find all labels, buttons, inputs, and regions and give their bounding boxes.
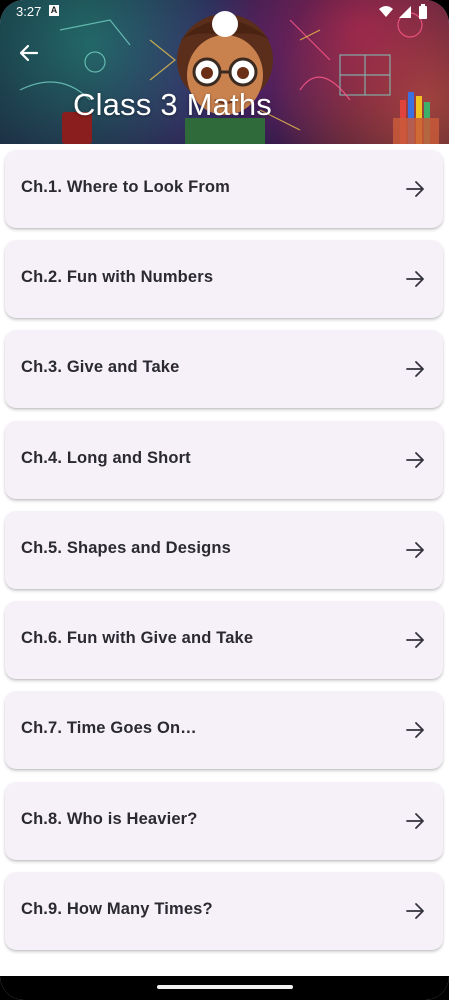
arrow-left-icon bbox=[19, 44, 39, 62]
chapter-item-6[interactable]: Ch.6. Fun with Give and Take bbox=[5, 601, 443, 679]
system-nav-bar bbox=[0, 976, 449, 1000]
chapter-item-8[interactable]: Ch.8. Who is Heavier? bbox=[5, 782, 443, 860]
home-indicator[interactable] bbox=[157, 985, 293, 989]
chapter-label: Ch.2. Fun with Numbers bbox=[21, 268, 214, 286]
arrow-right-icon bbox=[406, 903, 424, 919]
chapter-label: Ch.6. Fun with Give and Take bbox=[21, 629, 254, 647]
chapter-label: Ch.4. Long and Short bbox=[21, 449, 191, 467]
arrow-right-icon bbox=[406, 361, 424, 377]
camera-cutout bbox=[212, 11, 238, 37]
battery-icon bbox=[419, 4, 427, 19]
chapter-label: Ch.7. Time Goes On… bbox=[21, 719, 197, 737]
chapter-label: Ch.5. Shapes and Designs bbox=[21, 539, 231, 557]
chapter-label: Ch.1. Where to Look From bbox=[21, 178, 230, 196]
chapter-label: Ch.3. Give and Take bbox=[21, 358, 180, 376]
notification-a-icon: A bbox=[49, 5, 59, 16]
signal-icon bbox=[399, 6, 411, 18]
chapter-item-9[interactable]: Ch.9. How Many Times? bbox=[5, 872, 443, 950]
header-banner: 3:27 A Class 3 Maths bbox=[0, 0, 449, 144]
arrow-right-icon bbox=[406, 181, 424, 197]
page-title: Class 3 Maths bbox=[73, 87, 272, 122]
chapter-label: Ch.8. Who is Heavier? bbox=[21, 810, 198, 828]
arrow-right-icon bbox=[406, 813, 424, 829]
status-bar: 3:27 A bbox=[0, 0, 449, 37]
chapter-item-1[interactable]: Ch.1. Where to Look From bbox=[5, 150, 443, 228]
back-button[interactable] bbox=[14, 38, 44, 68]
chapter-item-4[interactable]: Ch.4. Long and Short bbox=[5, 421, 443, 499]
arrow-right-icon bbox=[406, 632, 424, 648]
chapter-item-7[interactable]: Ch.7. Time Goes On… bbox=[5, 691, 443, 769]
arrow-right-icon bbox=[406, 722, 424, 738]
app-screen: 3:27 A Class 3 Maths Ch.1. Where to Look… bbox=[0, 0, 449, 1000]
wifi-icon bbox=[379, 6, 393, 17]
arrow-right-icon bbox=[406, 271, 424, 287]
arrow-right-icon bbox=[406, 542, 424, 558]
chapter-label: Ch.9. How Many Times? bbox=[21, 900, 213, 918]
arrow-right-icon bbox=[406, 452, 424, 468]
status-time: 3:27 bbox=[16, 4, 42, 19]
chapter-item-2[interactable]: Ch.2. Fun with Numbers bbox=[5, 240, 443, 318]
chapter-item-3[interactable]: Ch.3. Give and Take bbox=[5, 330, 443, 408]
chapter-item-5[interactable]: Ch.5. Shapes and Designs bbox=[5, 511, 443, 589]
status-icons bbox=[379, 4, 427, 19]
